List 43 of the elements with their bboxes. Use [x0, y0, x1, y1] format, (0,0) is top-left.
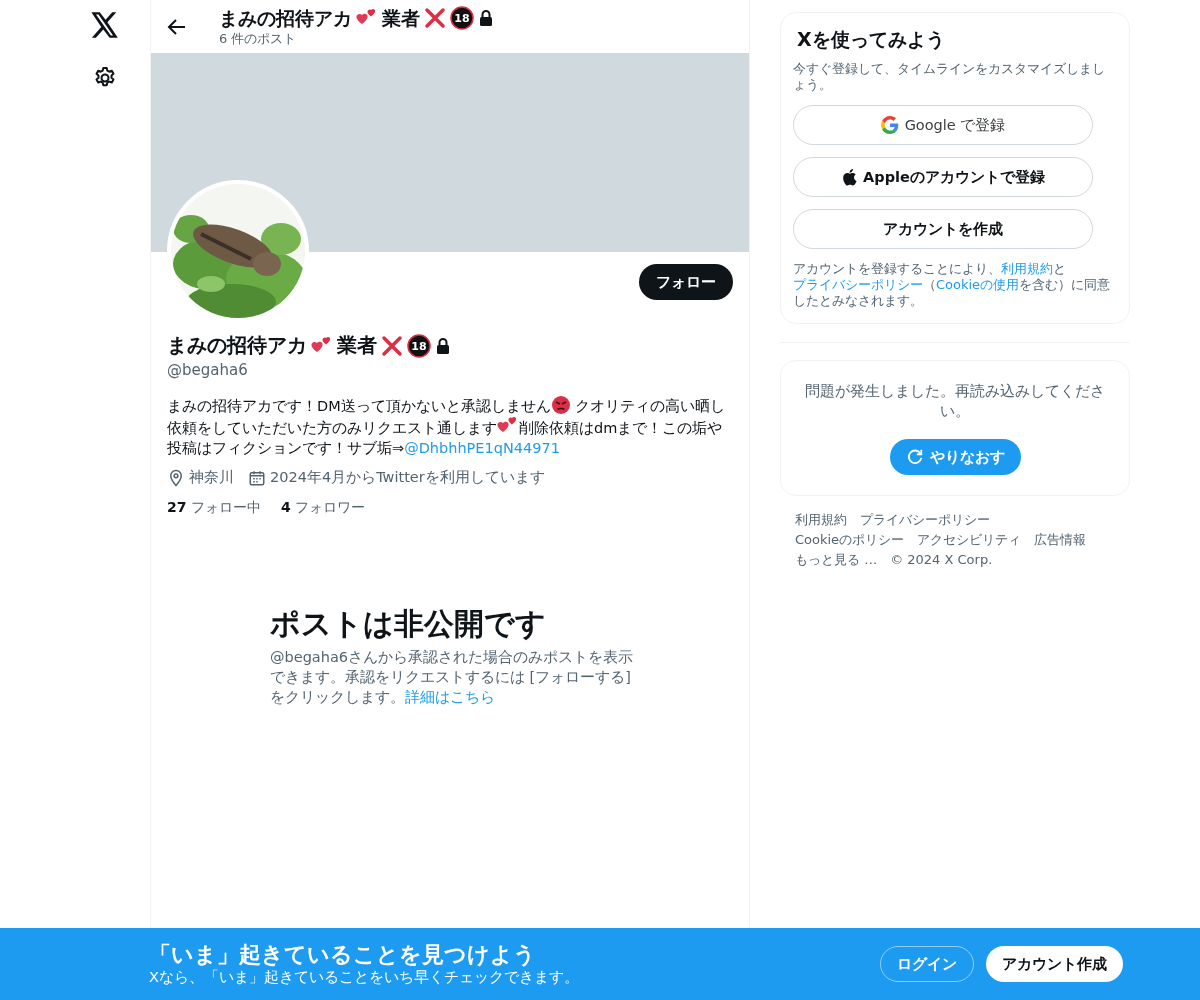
refresh-icon: [905, 448, 924, 466]
profile-bio: まみの招待アカです！DM送って頂かないと承認しません クオリティの高い晒し依頼をしていただいた方のみリクエスト通します 削除依頼はdmまで！この垢や投稿はフィクションです！サブ垢⇒@DhbhhPE1qN44971: [167, 395, 727, 458]
signup-button[interactable]: アカウント作成: [986, 946, 1123, 982]
footer-link[interactable]: プライバシーポリシー: [860, 512, 990, 528]
footer-link[interactable]: アクセシビリティ: [917, 532, 1022, 548]
profile-name: まみの招待アカ: [167, 332, 307, 359]
location-text: 神奈川: [189, 468, 234, 487]
banner-subtitle: Xなら、「いま」起きていることをいち早くチェックできます。: [149, 967, 580, 987]
footer-link[interactable]: もっと見る …: [795, 552, 878, 568]
footer-link[interactable]: 広告情報: [1034, 532, 1087, 548]
google-signup-button[interactable]: Google で登録: [793, 105, 1093, 145]
join-date: 2024年4月からTwitterを利用しています: [270, 468, 545, 487]
profile-name: 業者: [382, 5, 420, 30]
terms-text: アカウントを登録することにより、利用規約 と プライバシーポリシー（Cookieの使用を含む）に同意したとみなされます。: [793, 261, 1112, 309]
x-logo-icon[interactable]: [91, 12, 119, 38]
private-title: ポストは非公開です: [270, 605, 547, 643]
create-account-button[interactable]: アカウントを作成: [793, 209, 1093, 249]
post-count: 6 件のポスト: [219, 29, 298, 48]
age-restricted-icon: 18: [450, 5, 474, 30]
footer-link[interactable]: 利用規約: [795, 512, 847, 528]
follow-stat-link[interactable]: 27 フォロー中: [167, 499, 261, 517]
profile-name: 業者: [337, 332, 377, 359]
follow-stat-link[interactable]: 4 フォロワー: [280, 499, 366, 517]
location-pin-icon: [167, 468, 185, 487]
apple-signup-button[interactable]: Appleのアカウントで登録: [793, 157, 1093, 197]
follow-button[interactable]: フォロー: [639, 264, 733, 300]
footer-link[interactable]: © 2024 X Corp.: [890, 552, 993, 568]
cross-icon: [424, 6, 446, 29]
banner-title: 「いま」起きていることを見つけよう: [149, 941, 537, 968]
footer-link[interactable]: Cookieのポリシー: [795, 532, 905, 548]
error-message: 問題が発生しました。再読み込みしてください。: [804, 382, 1106, 421]
back-arrow-icon[interactable]: [167, 16, 187, 37]
angry-face-icon: [550, 395, 571, 415]
age-restricted-icon: 18: [407, 333, 431, 358]
cross-icon: [381, 334, 403, 357]
profile-handle: @begaha6: [167, 361, 249, 379]
profile-name: まみの招待アカ: [219, 5, 352, 30]
signup-subtitle: 今すぐ登録して、タイムラインをカスタマイズしましょう。: [793, 61, 1106, 93]
private-message: @begaha6さんから承認された場合のみポストを表示できます。承認をリクエストするには [フォローする] をクリックします。詳細はこちら: [270, 648, 634, 707]
calendar-icon: [248, 468, 266, 487]
apple-logo-icon: [841, 168, 858, 186]
google-logo-icon: [880, 116, 899, 134]
signup-title: Xを使ってみよう: [796, 27, 946, 52]
